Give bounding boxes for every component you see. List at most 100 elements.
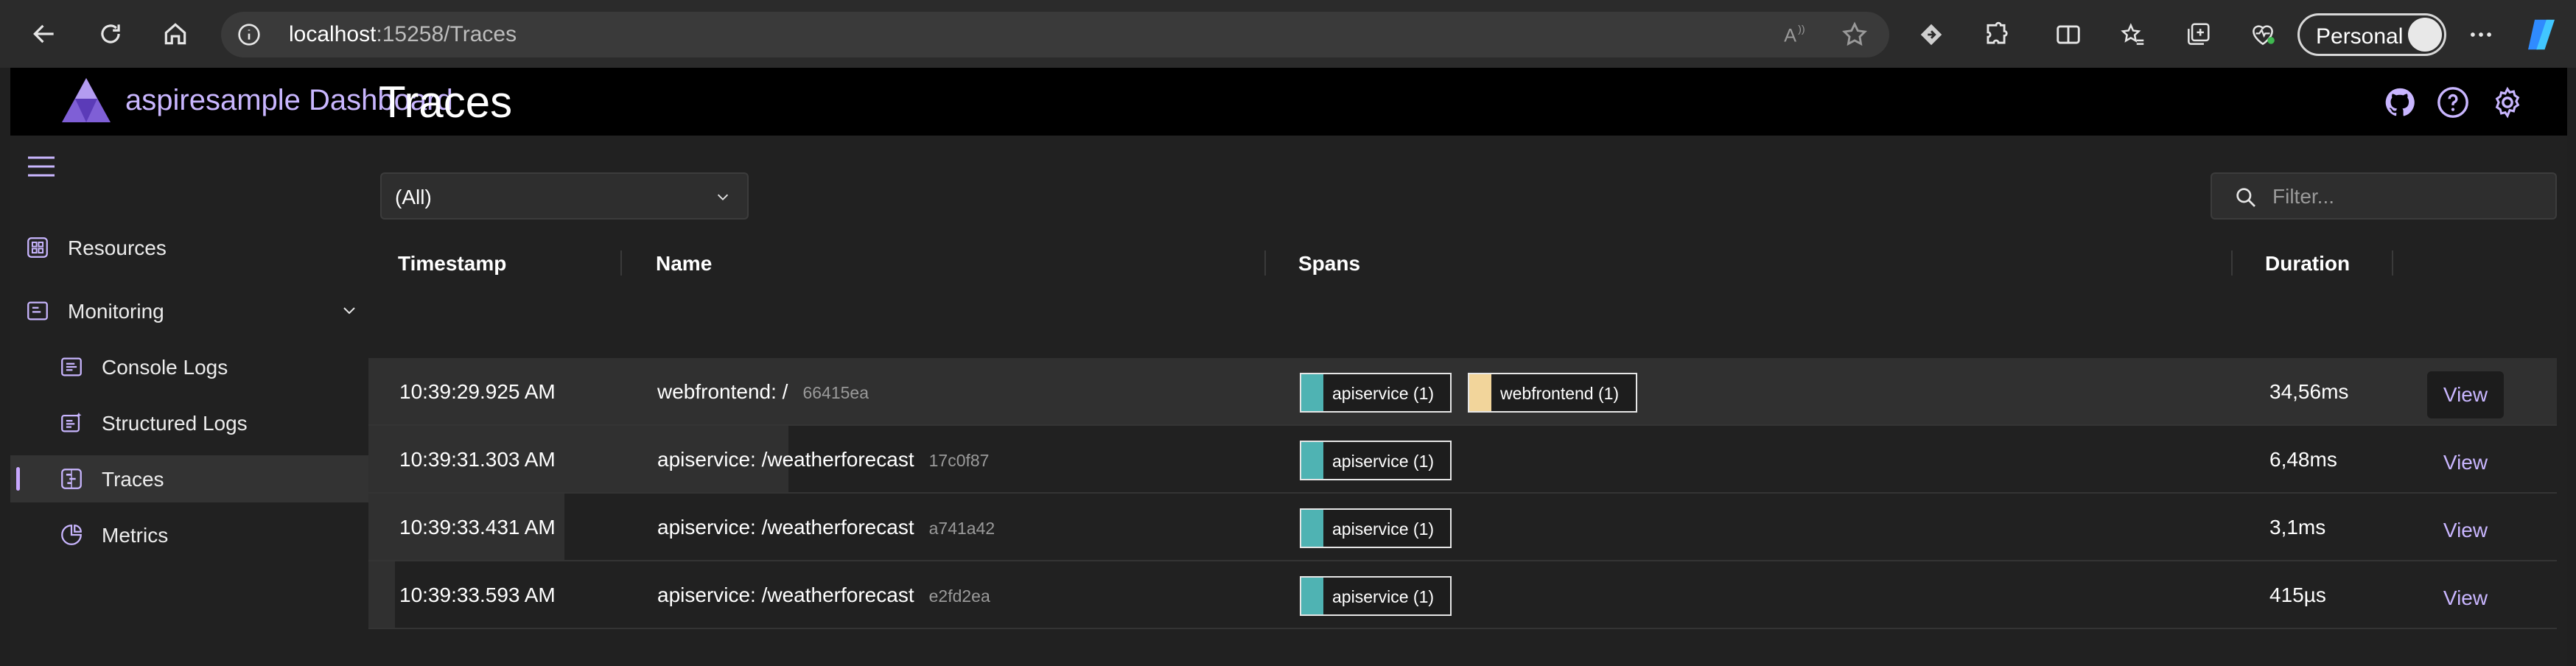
span-chip-apiservice[interactable]: apiservice (1) [1300, 441, 1452, 480]
structured-logs-icon [61, 412, 82, 432]
favorite-star-icon[interactable] [1839, 19, 1870, 50]
span-label: apiservice (1) [1332, 384, 1435, 403]
column-header-duration[interactable]: Duration [2265, 252, 2350, 276]
profile-label: Personal [2316, 24, 2404, 49]
select-value: (All) [395, 186, 432, 208]
filter-input[interactable] [2272, 183, 2545, 211]
column-divider[interactable] [620, 250, 622, 276]
filter-field[interactable] [2211, 172, 2557, 220]
row-name: apiservice: /weatherforecast 17c0f87 [657, 448, 989, 472]
row-timestamp: 10:39:31.303 AM [399, 448, 556, 471]
trace-name: apiservice: /weatherforecast [657, 448, 914, 471]
trace-duration-bar [368, 561, 395, 628]
split-screen-icon[interactable] [2053, 19, 2084, 50]
github-icon[interactable] [2383, 85, 2417, 119]
span-label: apiservice (1) [1332, 587, 1435, 606]
svg-text:A: A [1784, 26, 1796, 46]
home-icon[interactable] [158, 16, 193, 52]
extension-diamond-icon[interactable] [1916, 19, 1947, 50]
table-row[interactable]: 10:39:31.303 AM apiservice: /weatherfore… [368, 426, 2557, 494]
chevron-down-icon [717, 194, 729, 201]
back-icon[interactable] [27, 16, 62, 52]
span-chip-apiservice[interactable]: apiservice (1) [1300, 508, 1452, 548]
sidebar-item-label: Structured Logs [102, 412, 248, 435]
column-divider[interactable] [1264, 250, 1266, 276]
span-color-swatch [1301, 442, 1323, 479]
favorites-icon[interactable] [2118, 19, 2149, 50]
span-chip-webfrontend[interactable]: webfrontend (1) [1468, 373, 1637, 413]
active-indicator [16, 467, 20, 491]
sidebar-item-label: Console Logs [102, 356, 228, 379]
row-name: webfrontend: / 66415ea [657, 380, 869, 404]
sidebar-item-console-logs[interactable]: Console Logs [10, 343, 379, 390]
hamburger-menu-icon[interactable] [27, 153, 56, 180]
trace-name: apiservice: /weatherforecast [657, 583, 914, 606]
copilot-icon[interactable] [2521, 15, 2561, 55]
browser-toolbar: localhost:15258/Traces A)) Personal [0, 0, 2576, 68]
span-chip-apiservice[interactable]: apiservice (1) [1300, 373, 1452, 413]
avatar [2408, 18, 2442, 52]
span-label: apiservice (1) [1332, 519, 1435, 539]
svg-text:)): )) [1798, 24, 1805, 35]
help-icon[interactable] [2436, 85, 2470, 119]
row-name: apiservice: /weatherforecast e2fd2ea [657, 583, 990, 607]
address-bar[interactable]: localhost:15258/Traces [221, 12, 1889, 57]
span-label: webfrontend (1) [1500, 384, 1620, 403]
sidebar-item-label: Monitoring [68, 300, 164, 323]
trace-id: 17c0f87 [928, 451, 990, 470]
profile-button[interactable]: Personal [2297, 13, 2446, 56]
resource-select[interactable]: (All) [380, 172, 749, 220]
monitoring-icon [27, 301, 48, 320]
sidebar-item-label: Resources [68, 236, 167, 259]
read-aloud-icon[interactable]: A)) [1780, 19, 1811, 50]
view-button[interactable]: View [2427, 507, 2504, 554]
row-timestamp: 10:39:33.593 AM [399, 583, 556, 606]
column-header-timestamp[interactable]: Timestamp [398, 252, 506, 276]
settings-gear-icon[interactable] [2491, 85, 2524, 119]
collections-icon[interactable] [2183, 19, 2213, 50]
trace-id: e2fd2ea [928, 586, 990, 606]
sidebar-item-resources[interactable]: Resources [10, 224, 379, 271]
browser-essentials-icon[interactable] [2247, 19, 2278, 50]
trace-name: webfrontend: / [657, 380, 788, 403]
span-label: apiservice (1) [1332, 452, 1435, 471]
span-chip-apiservice[interactable]: apiservice (1) [1300, 576, 1452, 616]
table-row[interactable]: 10:39:33.593 AM apiservice: /weatherfore… [368, 561, 2557, 629]
row-duration: 34,56ms [2269, 380, 2349, 403]
chevron-down-icon[interactable] [340, 304, 358, 318]
refresh-icon[interactable] [93, 16, 128, 52]
more-menu-icon[interactable] [2465, 19, 2496, 50]
sidebar-item-metrics[interactable]: Metrics [10, 511, 379, 558]
sidebar: Resources Monitoring Console Logs Struct… [10, 136, 379, 666]
view-button[interactable]: View [2427, 371, 2504, 418]
sidebar-item-monitoring[interactable]: Monitoring [10, 287, 379, 334]
sidebar-item-structured-logs[interactable]: Structured Logs [10, 399, 379, 446]
trace-name: apiservice: /weatherforecast [657, 516, 914, 539]
aspire-logo-icon [62, 78, 111, 122]
column-header-spans[interactable]: Spans [1298, 252, 1360, 276]
sidebar-item-label: Traces [102, 468, 164, 491]
column-divider[interactable] [2392, 250, 2393, 276]
trace-id: a741a42 [928, 519, 995, 538]
search-icon [2236, 188, 2255, 207]
span-color-swatch [1301, 510, 1323, 547]
span-color-swatch [1301, 578, 1323, 614]
metrics-chart-icon [61, 525, 82, 545]
view-button[interactable]: View [2427, 575, 2504, 622]
row-timestamp: 10:39:33.431 AM [399, 516, 556, 539]
view-button[interactable]: View [2427, 439, 2504, 486]
table-row[interactable]: 10:39:29.925 AM webfrontend: / 66415ea ap… [368, 358, 2557, 426]
url-text: localhost:15258/Traces [289, 22, 517, 46]
column-divider[interactable] [2231, 250, 2233, 276]
info-icon[interactable] [237, 23, 261, 46]
row-timestamp: 10:39:29.925 AM [399, 380, 556, 403]
sidebar-item-traces[interactable]: Traces [10, 455, 379, 502]
row-duration: 3,1ms [2269, 516, 2326, 539]
traces-icon [61, 469, 82, 489]
page-title: Traces [379, 77, 513, 127]
column-header-name[interactable]: Name [656, 252, 712, 276]
extensions-puzzle-icon[interactable] [1981, 19, 2012, 50]
resources-grid-icon [27, 237, 48, 258]
table-row[interactable]: 10:39:33.431 AM apiservice: /weatherfore… [368, 494, 2557, 561]
span-color-swatch [1469, 374, 1491, 411]
